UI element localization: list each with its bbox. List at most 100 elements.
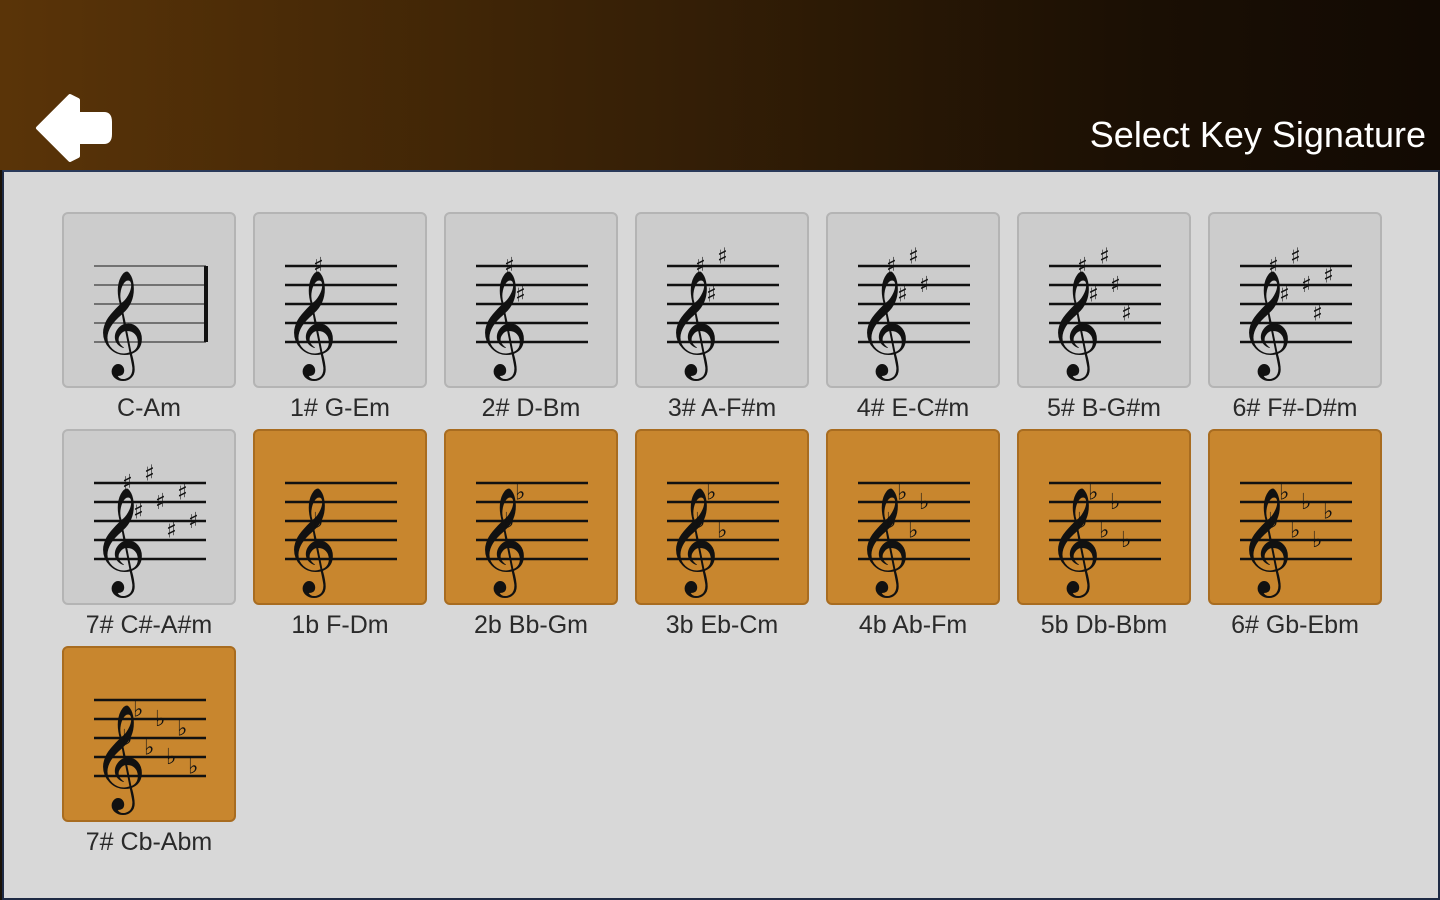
key-tile[interactable]: 𝄞 ♭ ♭ ♭ ♭ ♭ <box>1017 429 1191 605</box>
sharp-icon: ♯ <box>908 245 919 270</box>
flat-icon: ♭ <box>504 509 514 534</box>
sharp-icon: ♯ <box>133 500 144 525</box>
staff-icon: 𝄞♭♭♭ <box>665 481 779 598</box>
flat-icon: ♭ <box>177 717 187 742</box>
key-label: 1b F-Dm <box>291 611 389 639</box>
staff-icon: 𝄞♯♯♯♯ <box>856 245 970 381</box>
key-tile[interactable]: 𝄞 ♭ ♭ ♭ ♭ ♭ ♭ <box>1208 429 1382 605</box>
back-arrow-icon <box>36 94 112 162</box>
key-label: 5# B-G#m <box>1047 394 1161 422</box>
sharp-icon: ♯ <box>504 254 515 279</box>
sharp-icon: ♯ <box>717 245 728 270</box>
flat-icon: ♭ <box>166 745 176 770</box>
sharp-icon: ♯ <box>695 254 706 279</box>
sharp-icon: ♯ <box>188 509 199 534</box>
treble-clef-icon: 𝄞 <box>283 486 337 598</box>
key-tile[interactable]: 𝄞 ♭ ♭ ♭ ♭ <box>826 429 1000 605</box>
key-label: 1# G-Em <box>289 394 391 422</box>
sharp-icon: ♯ <box>144 462 155 487</box>
key-label: 2b Bb-Gm <box>474 611 588 639</box>
flat-icon: ♭ <box>1121 528 1131 553</box>
key-label: 6# Gb-Ebm <box>1231 611 1359 639</box>
flat-icon: ♭ <box>919 490 929 515</box>
sharp-icon: ♯ <box>313 254 324 279</box>
key-label: 5b Db-Bbm <box>1040 611 1168 639</box>
staff-icon: 𝄞♯ <box>283 254 397 381</box>
key-label: 4# E-C#m <box>856 394 970 422</box>
key-label: 3# A-F#m <box>667 394 777 422</box>
flat-icon: ♭ <box>133 698 143 723</box>
staff-icon: 𝄞 <box>92 265 208 381</box>
flat-icon: ♭ <box>1301 490 1311 515</box>
key-label: 4b Ab-Fm <box>858 611 968 639</box>
sharp-icon: ♯ <box>166 519 177 544</box>
sharp-icon: ♯ <box>155 490 166 515</box>
flat-icon: ♭ <box>1099 519 1109 544</box>
sharp-icon: ♯ <box>1268 254 1279 279</box>
sharp-icon: ♯ <box>1110 273 1121 298</box>
key-tile[interactable]: 𝄞 ♯ ♯ ♯ ♯ ♯ ♯ <box>1208 212 1382 388</box>
key-tile[interactable]: 𝄞 ♭ ♭ <box>444 429 618 605</box>
flat-icon: ♭ <box>1268 509 1278 534</box>
key-tile[interactable]: 𝄞 ♯ ♯ <box>444 212 618 388</box>
key-label: 2# D-Bm <box>481 394 581 422</box>
flat-icon: ♭ <box>717 519 727 544</box>
app-header: Select Key Signature <box>0 0 1440 170</box>
sharp-icon: ♯ <box>122 471 133 496</box>
key-tile[interactable]: 𝄞 ♭ ♭ ♭ ♭ ♭ ♭ ♭ <box>62 646 236 822</box>
sharp-icon: ♯ <box>1323 264 1334 289</box>
flat-icon: ♭ <box>886 509 896 534</box>
key-signature-panel: 𝄞 C-Am 𝄞 ♯ 1# G-Em 𝄞 ♯ ♯ 2# D-Bm 𝄞 ♯ ♯ ♯ 3# A-F#m 𝄞 ♯ ♯ ♯… <box>2 170 1440 900</box>
staff-icon: 𝄞♭♭♭♭♭ <box>1047 481 1161 598</box>
staff-icon: 𝄞♯♯♯♯♯♯♯ <box>92 462 206 598</box>
treble-clef-icon: 𝄞 <box>283 269 337 381</box>
page-title: Select Key Signature <box>1089 114 1426 155</box>
staff-icon: 𝄞♯♯♯ <box>665 245 779 381</box>
flat-icon: ♭ <box>908 519 918 544</box>
flat-icon: ♭ <box>313 509 323 534</box>
sharp-icon: ♯ <box>1099 245 1110 270</box>
key-tile[interactable]: 𝄞 ♯ ♯ ♯ ♯ <box>826 212 1000 388</box>
flat-icon: ♭ <box>897 481 907 506</box>
sharp-icon: ♯ <box>1312 302 1323 327</box>
sharp-icon: ♯ <box>1088 283 1099 308</box>
back-button[interactable] <box>32 90 114 166</box>
flat-icon: ♭ <box>1077 509 1087 534</box>
sharp-icon: ♯ <box>177 481 188 506</box>
flat-icon: ♭ <box>1279 481 1289 506</box>
key-tile[interactable]: 𝄞 ♯ ♯ ♯ ♯ ♯ <box>1017 212 1191 388</box>
key-label: 7# Cb-Abm <box>85 828 213 856</box>
key-tile[interactable]: 𝄞 ♯ ♯ ♯ <box>635 212 809 388</box>
key-tile[interactable]: 𝄞 <box>62 212 236 388</box>
flat-icon: ♭ <box>122 726 132 751</box>
sharp-icon: ♯ <box>1077 254 1088 279</box>
sharp-icon: ♯ <box>1279 283 1290 308</box>
flat-icon: ♭ <box>1290 519 1300 544</box>
flat-icon: ♭ <box>1110 490 1120 515</box>
flat-icon: ♭ <box>188 755 198 780</box>
staff-icon: 𝄞♯♯♯♯♯♯ <box>1238 245 1352 381</box>
staff-icon: 𝄞♭♭ <box>474 481 588 598</box>
sharp-icon: ♯ <box>919 273 930 298</box>
flat-icon: ♭ <box>695 509 705 534</box>
flat-icon: ♭ <box>1088 481 1098 506</box>
treble-clef-icon: 𝄞 <box>92 269 146 381</box>
staff-icon: 𝄞♭♭♭♭♭♭ <box>1238 481 1352 598</box>
flat-icon: ♭ <box>1323 500 1333 525</box>
key-tile[interactable]: 𝄞 ♭ <box>253 429 427 605</box>
staff-icon: 𝄞♯♯ <box>474 254 588 381</box>
key-label: 3b Eb-Cm <box>665 611 779 639</box>
sharp-icon: ♯ <box>706 283 717 308</box>
key-tile[interactable]: 𝄞 ♭ ♭ ♭ <box>635 429 809 605</box>
sharp-icon: ♯ <box>1290 245 1301 270</box>
key-label: C-Am <box>117 394 181 422</box>
key-tile[interactable]: 𝄞 ♯ <box>253 212 427 388</box>
key-label: 7# C#-A#m <box>85 611 213 639</box>
key-tile[interactable]: 𝄞 ♯ ♯ ♯ ♯ ♯ ♯ ♯ <box>62 429 236 605</box>
sharp-icon: ♯ <box>1301 273 1312 298</box>
flat-icon: ♭ <box>706 481 716 506</box>
staff-icon: 𝄞♭ <box>283 481 397 598</box>
staff-icon: 𝄞♭♭♭♭ <box>856 481 970 598</box>
sharp-icon: ♯ <box>897 283 908 308</box>
flat-icon: ♭ <box>515 481 525 506</box>
